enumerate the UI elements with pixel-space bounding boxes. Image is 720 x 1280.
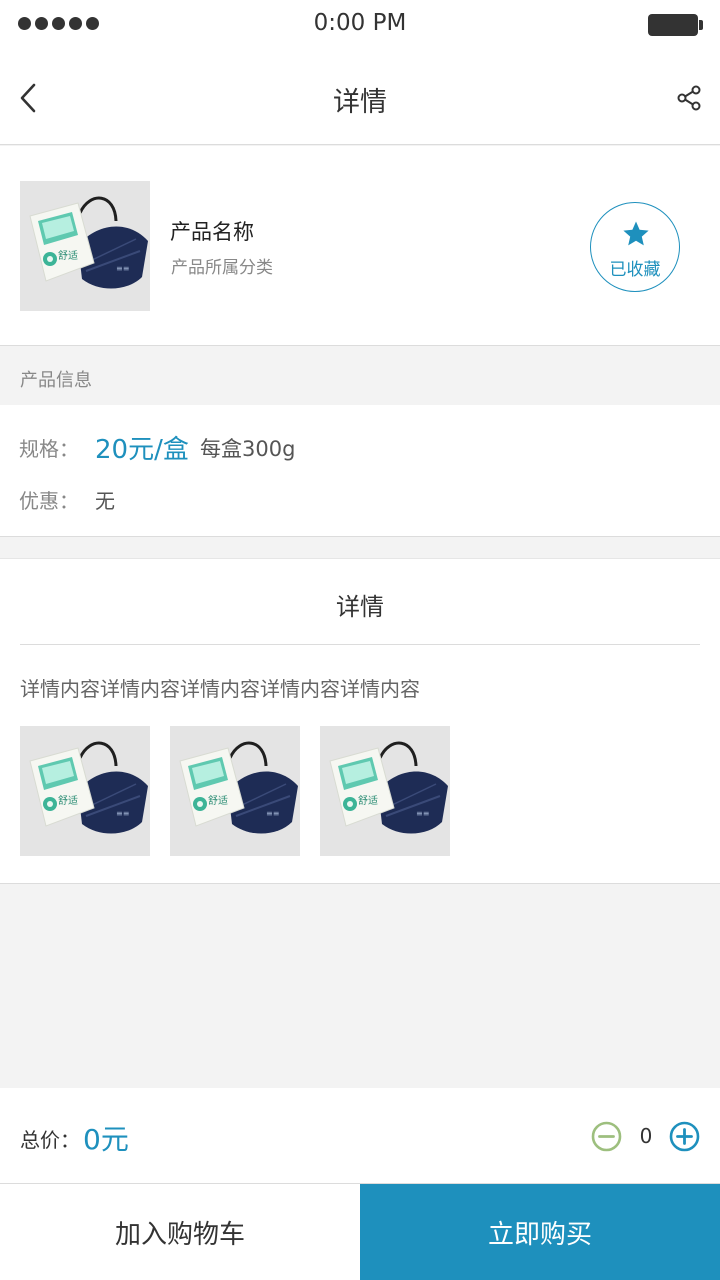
spec-detail: 每盒300g bbox=[200, 437, 296, 461]
plus-circle-icon bbox=[669, 1121, 700, 1152]
favorite-button[interactable]: 已收藏 bbox=[590, 202, 680, 292]
product-info-card: 规格： 20元/盒 每盒300g 优惠： 无 bbox=[0, 405, 720, 537]
promo-label: 优惠： bbox=[19, 489, 79, 513]
detail-content: 详情内容详情内容详情内容详情内容详情内容 bbox=[20, 677, 420, 701]
detail-image[interactable] bbox=[20, 726, 150, 856]
product-card: 产品名称 产品所属分类 已收藏 bbox=[0, 146, 720, 345]
promo-value: 无 bbox=[95, 489, 115, 513]
page-title: 详情 bbox=[333, 87, 387, 118]
share-icon bbox=[677, 85, 701, 111]
total-value: 0元 bbox=[83, 1123, 129, 1156]
detail-image[interactable] bbox=[170, 726, 300, 856]
total-bar: 总价： 0元 0 bbox=[0, 1088, 720, 1184]
share-button[interactable] bbox=[676, 84, 704, 112]
detail-card: 详情 详情内容详情内容详情内容详情内容详情内容 bbox=[0, 558, 720, 884]
spec-label: 规格： bbox=[19, 437, 79, 461]
section-title: 产品信息 bbox=[20, 370, 92, 391]
detail-image[interactable] bbox=[320, 726, 450, 856]
product-info-header: 产品信息 bbox=[0, 345, 720, 405]
favorite-label: 已收藏 bbox=[609, 260, 661, 280]
minus-circle-icon bbox=[591, 1121, 622, 1152]
buy-now-button[interactable]: 立即购买 bbox=[360, 1184, 720, 1280]
detail-title: 详情 bbox=[336, 593, 384, 621]
battery-icon bbox=[648, 14, 703, 36]
status-bar: 0:00 PM bbox=[0, 0, 720, 50]
quantity-decrease-button[interactable] bbox=[591, 1121, 622, 1152]
total-label: 总价： bbox=[20, 1128, 80, 1152]
quantity-increase-button[interactable] bbox=[669, 1121, 700, 1152]
product-image bbox=[20, 181, 150, 311]
product-name: 产品名称 bbox=[170, 220, 254, 244]
nav-bar: 详情 bbox=[0, 50, 720, 145]
product-category: 产品所属分类 bbox=[171, 258, 273, 278]
status-time: 0:00 PM bbox=[313, 10, 407, 36]
add-to-cart-button[interactable]: 加入购物车 bbox=[0, 1184, 360, 1280]
quantity-value: 0 bbox=[639, 1124, 653, 1148]
spec-price: 20元/盒 bbox=[95, 435, 189, 465]
star-icon bbox=[623, 221, 649, 246]
divider bbox=[20, 644, 700, 645]
